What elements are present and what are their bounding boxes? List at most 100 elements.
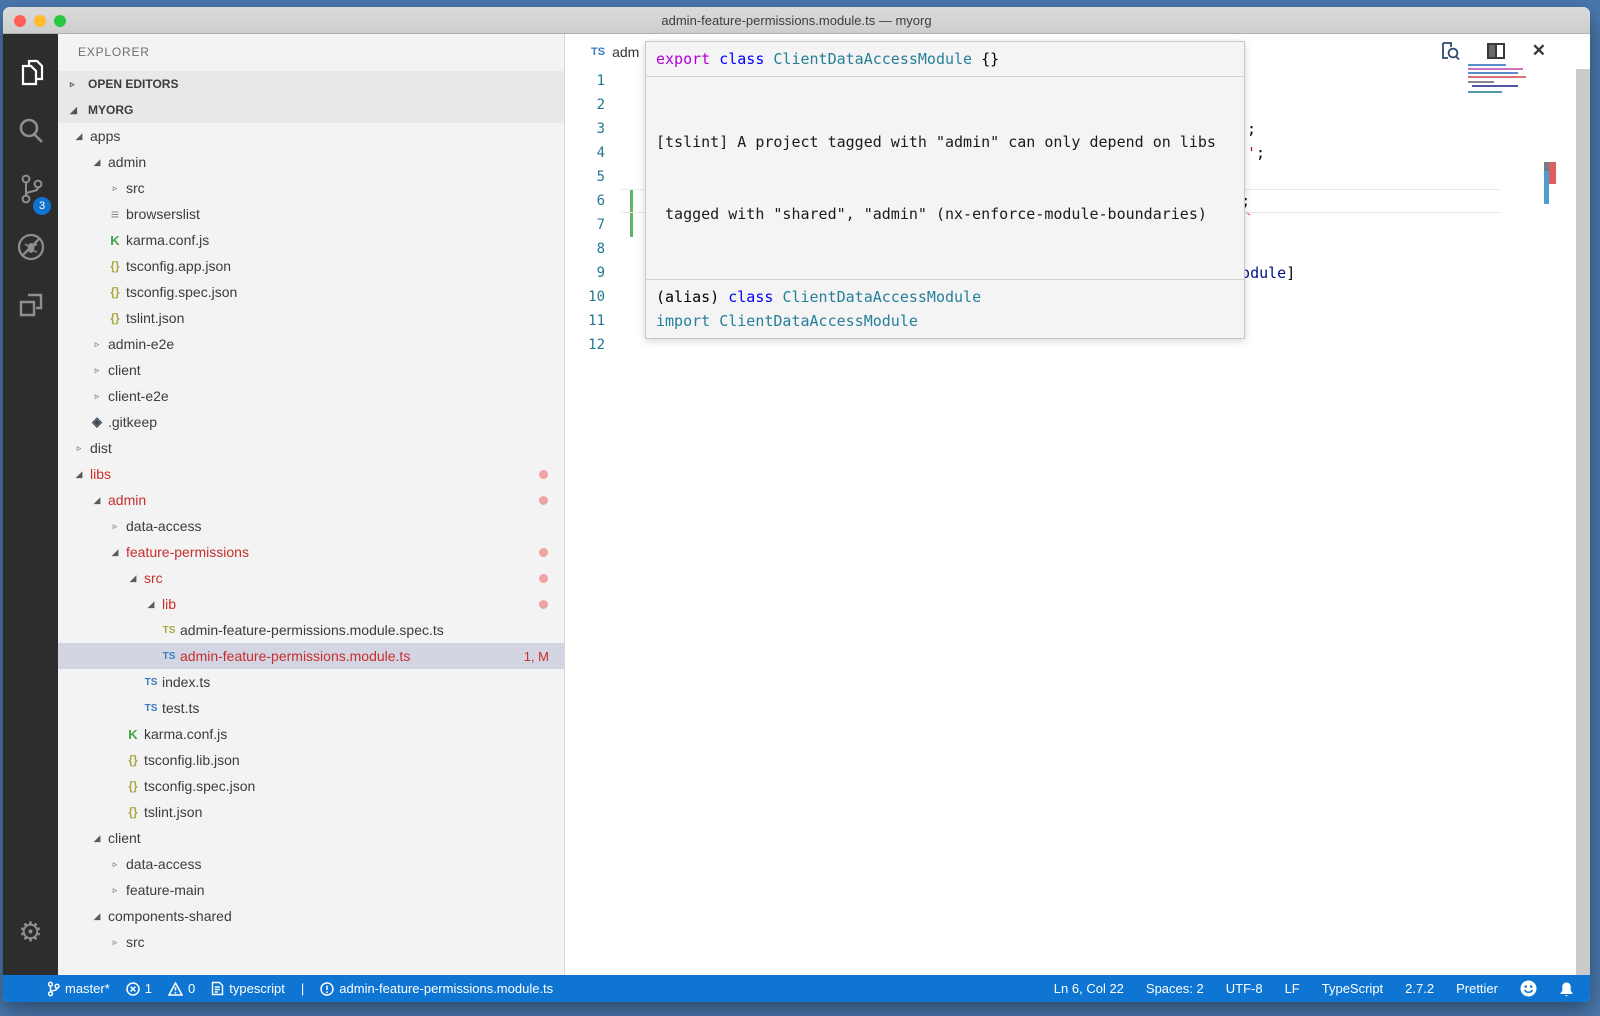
- sidebar-explorer: EXPLORER ▹ OPEN EDITORS ◢ MYORG ◢apps◢ad…: [58, 34, 565, 975]
- tree-folder-data-access[interactable]: ▹data-access: [58, 851, 564, 877]
- tree-folder-admin-e2e[interactable]: ▹admin-e2e: [58, 331, 564, 357]
- split-editor-icon[interactable]: [1486, 41, 1506, 61]
- modified-dot-badge: [539, 600, 548, 609]
- open-editors-label: OPEN EDITORS: [88, 77, 178, 91]
- vscode-window: admin-feature-permissions.module.ts — my…: [3, 7, 1590, 1002]
- info-icon: [320, 982, 334, 996]
- close-editor-icon[interactable]: ✕: [1532, 41, 1546, 61]
- tree-folder-src[interactable]: ▹src: [58, 929, 564, 955]
- code-token: ClientDataAccessModule: [773, 50, 981, 68]
- tab-admin-feature-permissions[interactable]: TS adm: [565, 44, 639, 60]
- open-changes-icon[interactable]: [1440, 41, 1460, 61]
- tree-file-index.ts[interactable]: TSindex.ts: [58, 669, 564, 695]
- status-label: Ln 6, Col 22: [1054, 981, 1124, 996]
- status-tslint[interactable]: typescript: [211, 981, 285, 996]
- tree-file-admin-feature-permissions.module.spec.ts[interactable]: TSadmin-feature-permissions.module.spec.…: [58, 617, 564, 643]
- tree-item-label: client: [108, 362, 141, 378]
- status-utf-8[interactable]: UTF-8: [1226, 981, 1263, 996]
- minimize-window-button[interactable]: [34, 15, 46, 27]
- tree-file-browserslist[interactable]: ≡browserslist: [58, 201, 564, 227]
- chevron-down-icon: ◢: [94, 157, 101, 168]
- section-open-editors[interactable]: ▹ OPEN EDITORS: [58, 71, 564, 97]
- tree-file-tsconfig.lib.json[interactable]: {}tsconfig.lib.json: [58, 747, 564, 773]
- chevron-right-icon: ▹: [95, 391, 100, 402]
- json-file-icon: {}: [128, 753, 137, 767]
- tree-file-karma.conf.js[interactable]: Kkarma.conf.js: [58, 721, 564, 747]
- status-lf[interactable]: LF: [1285, 981, 1300, 996]
- tree-file-tslint.json[interactable]: {}tslint.json: [58, 305, 564, 331]
- tree-folder-src[interactable]: ◢src: [58, 565, 564, 591]
- tree-folder-client[interactable]: ◢client: [58, 825, 564, 851]
- chevron-down-icon: ◢: [94, 833, 101, 844]
- tree-folder-lib[interactable]: ◢lib: [58, 591, 564, 617]
- activity-extensions[interactable]: [3, 278, 58, 336]
- tree-folder-dist[interactable]: ▹dist: [58, 435, 564, 461]
- status-bar: master*10typescript|admin-feature-permis…: [3, 975, 1590, 1002]
- tree-folder-admin[interactable]: ◢admin: [58, 149, 564, 175]
- status-git-branch[interactable]: master*: [47, 981, 110, 997]
- json-file-icon: {}: [110, 311, 119, 325]
- status-label: LF: [1285, 981, 1300, 996]
- code-token: class: [719, 50, 773, 68]
- tree-folder-feature-permissions[interactable]: ◢feature-permissions: [58, 539, 564, 565]
- tree-file-.gitkeep[interactable]: ◈.gitkeep: [58, 409, 564, 435]
- status-label: 0: [188, 981, 195, 996]
- tree-file-admin-feature-permissions.module.ts[interactable]: TSadmin-feature-permissions.module.ts1, …: [58, 643, 564, 669]
- tab-label: adm: [612, 44, 639, 60]
- minimap[interactable]: [1468, 64, 1532, 105]
- section-project-root[interactable]: ◢ MYORG: [58, 97, 564, 123]
- smiley-icon: [1520, 980, 1537, 997]
- tree-folder-client-e2e[interactable]: ▹client-e2e: [58, 383, 564, 409]
- status-label: master*: [65, 981, 110, 996]
- activity-debug-disabled[interactable]: [3, 220, 58, 278]
- line-number: 1: [565, 69, 625, 93]
- tree-folder-client[interactable]: ▹client: [58, 357, 564, 383]
- tree-folder-feature-main[interactable]: ▹feature-main: [58, 877, 564, 903]
- status-2-7-2[interactable]: 2.7.2: [1405, 981, 1434, 996]
- status-ln-6-col-22[interactable]: Ln 6, Col 22: [1054, 981, 1124, 996]
- tree-item-label: src: [126, 934, 145, 950]
- tree-item-label: admin-feature-permissions.module.ts: [180, 648, 410, 664]
- tree-file-karma.conf.js[interactable]: Kkarma.conf.js: [58, 227, 564, 253]
- activity-search[interactable]: [3, 104, 58, 162]
- code-token: ClientDataAccessModule: [782, 288, 981, 306]
- zoom-window-button[interactable]: [54, 15, 66, 27]
- status-spaces-2[interactable]: Spaces: 2: [1146, 981, 1204, 996]
- tree-folder-libs[interactable]: ◢libs: [58, 461, 564, 487]
- tree-file-tsconfig.spec.json[interactable]: {}tsconfig.spec.json: [58, 279, 564, 305]
- tree-folder-apps[interactable]: ◢apps: [58, 123, 564, 149]
- modified-dot-badge: [539, 548, 548, 557]
- tree-folder-src[interactable]: ▹src: [58, 175, 564, 201]
- code-token: {}: [981, 50, 999, 68]
- chevron-right-icon: ▹: [70, 79, 88, 90]
- warning-icon: [168, 982, 183, 996]
- status-prettier[interactable]: Prettier: [1456, 981, 1498, 996]
- tree-folder-data-access[interactable]: ▹data-access: [58, 513, 564, 539]
- gutter: [625, 261, 645, 285]
- activity-source-control[interactable]: 3: [3, 162, 58, 220]
- tree-file-tsconfig.app.json[interactable]: {}tsconfig.app.json: [58, 253, 564, 279]
- status-typescript[interactable]: TypeScript: [1322, 981, 1383, 996]
- status-info[interactable]: admin-feature-permissions.module.ts: [320, 981, 553, 996]
- status-warning[interactable]: 0: [168, 981, 195, 996]
- tree-item-label: karma.conf.js: [126, 232, 209, 248]
- status-bell[interactable]: [1559, 981, 1574, 997]
- lint-line-1: [tslint] A project tagged with "admin" c…: [656, 130, 1234, 154]
- typescript-file-icon: TS: [145, 677, 158, 688]
- close-window-button[interactable]: [14, 15, 26, 27]
- settings-button[interactable]: ⚙: [3, 903, 58, 961]
- tree-file-tsconfig.spec.json[interactable]: {}tsconfig.spec.json: [58, 773, 564, 799]
- status-bar-left: master*10typescript|admin-feature-permis…: [47, 981, 553, 997]
- tree-item-label: libs: [90, 466, 111, 482]
- status-smiley[interactable]: [1520, 980, 1537, 997]
- status-error[interactable]: 1: [126, 981, 152, 996]
- files-icon: [15, 57, 47, 94]
- tree-file-tslint.json[interactable]: {}tslint.json: [58, 799, 564, 825]
- gutter: [625, 93, 645, 117]
- tree-file-test.ts[interactable]: TStest.ts: [58, 695, 564, 721]
- tree-folder-components-shared[interactable]: ◢components-shared: [58, 903, 564, 929]
- json-file-icon: {}: [128, 779, 137, 793]
- activity-explorer[interactable]: [3, 46, 58, 104]
- tree-folder-admin[interactable]: ◢admin: [58, 487, 564, 513]
- tree-item-label: tsconfig.spec.json: [126, 284, 237, 300]
